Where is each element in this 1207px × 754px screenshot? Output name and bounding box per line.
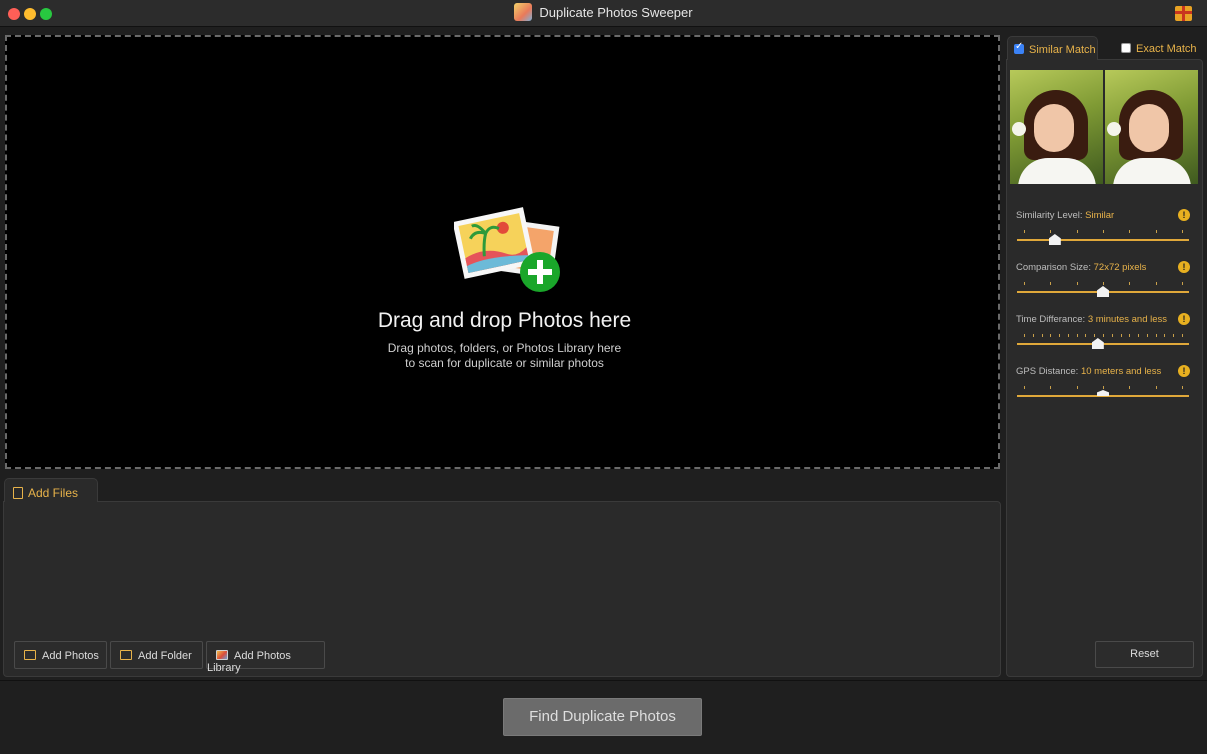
exact-match-label: Exact Match [1136, 43, 1197, 55]
slider-tick [1076, 386, 1078, 389]
slider-tick [1067, 334, 1069, 337]
similarity-level-label: Similarity Level: Similar [1016, 210, 1115, 221]
tab-add-files-label: Add Files [28, 486, 79, 500]
exact-match-checkbox[interactable] [1121, 43, 1131, 53]
slider-tick [1085, 334, 1087, 337]
similar-match-checkbox[interactable] [1014, 41, 1024, 54]
tab-exact-match[interactable]: Exact Match [1114, 36, 1204, 60]
add-photos-label: Add Photos [42, 650, 99, 662]
slider-tick [1024, 334, 1025, 337]
drop-zone-subtitle: to scan for duplicate or similar photos [405, 356, 604, 370]
slider-tick [1173, 334, 1175, 337]
slider-tick [1155, 334, 1157, 337]
slider-tick [1182, 334, 1183, 337]
time-info-icon[interactable]: ! [1178, 313, 1190, 325]
slider-tick [1155, 230, 1157, 233]
photo-icon [24, 650, 36, 660]
slider-tick [1146, 334, 1148, 337]
slider-tick [1138, 334, 1140, 337]
slider-tick [1076, 334, 1078, 337]
add-photos-icon [454, 207, 560, 292]
title-bar: Duplicate Photos Sweeper [0, 0, 1207, 27]
slider-tick [1050, 386, 1052, 389]
folder-icon [120, 650, 132, 660]
comparison-size-label: Comparison Size: 72x72 pixels [1016, 262, 1147, 273]
add-folder-label: Add Folder [138, 650, 192, 662]
slider-tick [1094, 334, 1096, 337]
slider-tick [1129, 386, 1131, 389]
reset-button[interactable]: Reset [1095, 641, 1194, 668]
slider-tick [1155, 386, 1157, 389]
slider-tick [1024, 282, 1025, 285]
gps-distance-label: GPS Distance: 10 meters and less [1016, 366, 1162, 377]
gift-icon[interactable] [1175, 6, 1192, 21]
bottom-divider [0, 680, 1207, 681]
sample-photo-right [1105, 70, 1198, 184]
similar-match-label: Similar Match [1029, 44, 1096, 56]
similarity-level-slider[interactable] [1017, 239, 1189, 241]
photos-library-icon [216, 650, 228, 660]
slider-tick [1050, 334, 1052, 337]
comparison-info-icon[interactable]: ! [1178, 261, 1190, 273]
slider-tick [1120, 334, 1122, 337]
slider-tick [1076, 282, 1078, 285]
slider-tick [1103, 386, 1104, 389]
slider-tick [1182, 386, 1183, 389]
slider-tick [1129, 230, 1131, 233]
comparison-slider-ticks [1017, 282, 1189, 286]
slider-tick [1103, 282, 1104, 285]
slider-tick [1155, 282, 1157, 285]
slider-tick [1129, 282, 1131, 285]
time-slider-ticks [1017, 334, 1189, 338]
drop-zone[interactable]: Drag and drop Photos here Drag photos, f… [5, 35, 1000, 469]
slider-tick [1182, 282, 1183, 285]
tab-similar-match[interactable]: Similar Match [1007, 36, 1098, 60]
drop-zone-title: Drag and drop Photos here [377, 309, 632, 332]
slider-tick [1129, 334, 1131, 337]
slider-tick [1103, 230, 1104, 233]
slider-tick [1111, 334, 1113, 337]
window-title: Duplicate Photos Sweeper [0, 3, 1207, 21]
tab-add-files[interactable]: Add Files [4, 478, 98, 502]
add-photos-library-button[interactable]: Add Photos Library [206, 641, 325, 674]
gps-slider-ticks [1017, 386, 1189, 390]
slider-tick [1024, 386, 1025, 389]
slider-tick [1182, 230, 1183, 233]
file-icon [13, 487, 23, 499]
slider-tick [1059, 334, 1061, 337]
slider-tick [1041, 334, 1043, 337]
add-photos-button[interactable]: Add Photos [14, 641, 107, 669]
slider-tick [1024, 230, 1025, 233]
slider-tick [1050, 230, 1052, 233]
slider-tick [1076, 230, 1078, 233]
time-difference-label: Time Differance: 3 minutes and less [1016, 314, 1168, 325]
slider-tick [1050, 282, 1052, 285]
app-icon [514, 3, 533, 21]
slider-tick [1103, 334, 1104, 337]
find-duplicate-photos-button[interactable]: Find Duplicate Photos [503, 698, 702, 736]
add-folder-button[interactable]: Add Folder [110, 641, 203, 669]
slider-tick [1164, 334, 1166, 337]
sample-photo-left [1010, 70, 1103, 184]
similarity-slider-ticks [1017, 230, 1189, 234]
gps-info-icon[interactable]: ! [1178, 365, 1190, 377]
similarity-info-icon[interactable]: ! [1178, 209, 1190, 221]
slider-tick [1032, 334, 1034, 337]
window-title-text: Duplicate Photos Sweeper [539, 5, 693, 20]
drop-zone-subtitle: Drag photos, folders, or Photos Library … [387, 341, 622, 355]
